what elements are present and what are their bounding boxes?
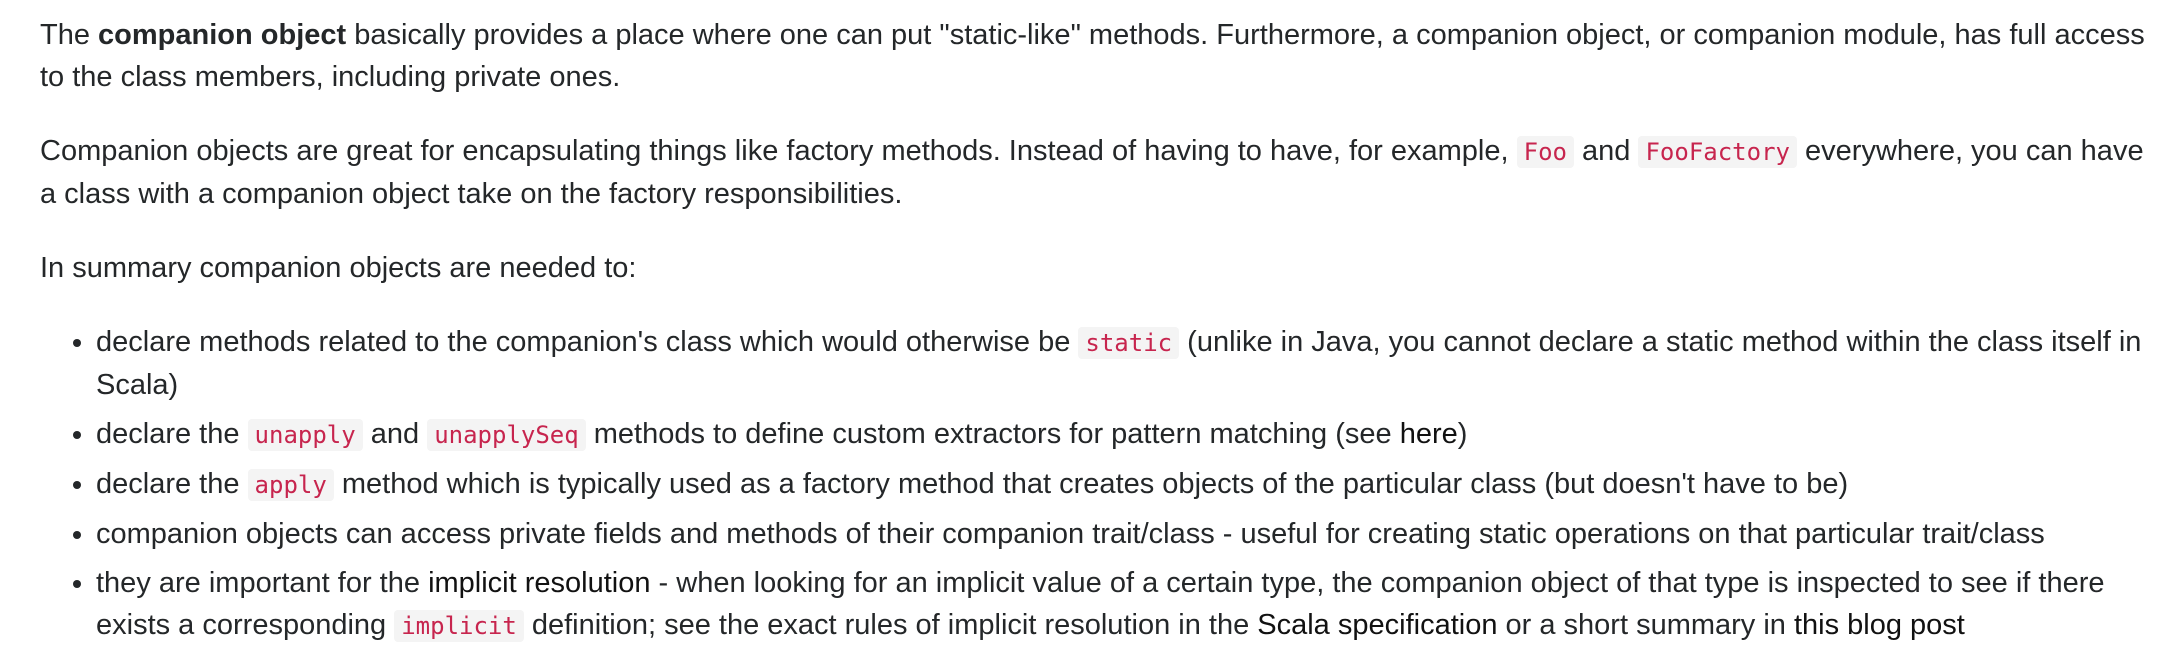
text: or a short summary in [1497, 609, 1794, 641]
inline-code-implicit: implicit [394, 610, 524, 642]
text: The [40, 19, 99, 51]
text: and [1573, 135, 1639, 167]
bold-term: companion object [98, 19, 347, 51]
list-item: they are important for the implicit reso… [96, 562, 2145, 647]
list-item: declare the unapply and unapplySeq metho… [96, 413, 2145, 456]
inline-code-static: static [1078, 327, 1180, 359]
text: they are important for the [96, 567, 429, 599]
link-here[interactable]: here [1400, 418, 1458, 450]
list-item: declare methods related to the companion… [96, 321, 2145, 406]
summary-list: declare methods related to the companion… [40, 321, 2145, 647]
inline-code-unapply: unapply [247, 419, 363, 451]
paragraph-factory-methods: Companion objects are great for encapsul… [40, 130, 2145, 215]
list-item: declare the apply method which is typica… [96, 463, 2145, 506]
text: declare the [96, 418, 248, 450]
text: definition; see the exact rules of impli… [523, 609, 1258, 641]
text: ) [1457, 418, 1468, 450]
inline-code-foo: Foo [1516, 136, 1574, 168]
text: methods to define custom extractors for … [585, 418, 1400, 450]
paragraph-companion-object-intro: The companion object basically provides … [40, 14, 2145, 98]
link-implicit-resolution[interactable]: implicit resolution [428, 567, 650, 599]
paragraph-summary-intro: In summary companion objects are needed … [40, 252, 637, 284]
inline-code-apply: apply [247, 469, 334, 501]
answer-body: The companion object basically provides … [40, 14, 2145, 654]
text: Companion objects are great for encapsul… [40, 135, 1517, 167]
inline-code-foofactory: FooFactory [1638, 136, 1797, 168]
text: basically provides a place where one can… [40, 19, 2145, 93]
text: declare methods related to the companion… [96, 326, 1079, 358]
text: declare the [96, 468, 248, 500]
link-blog-post[interactable]: this blog post [1794, 609, 1965, 641]
inline-code-unapplyseq: unapplySeq [427, 419, 586, 451]
list-item: companion objects can access private fie… [96, 513, 2145, 555]
text: method which is typically used as a fact… [333, 468, 1849, 500]
text: and [362, 418, 428, 450]
link-scala-specification[interactable]: Scala specification [1257, 609, 1497, 641]
